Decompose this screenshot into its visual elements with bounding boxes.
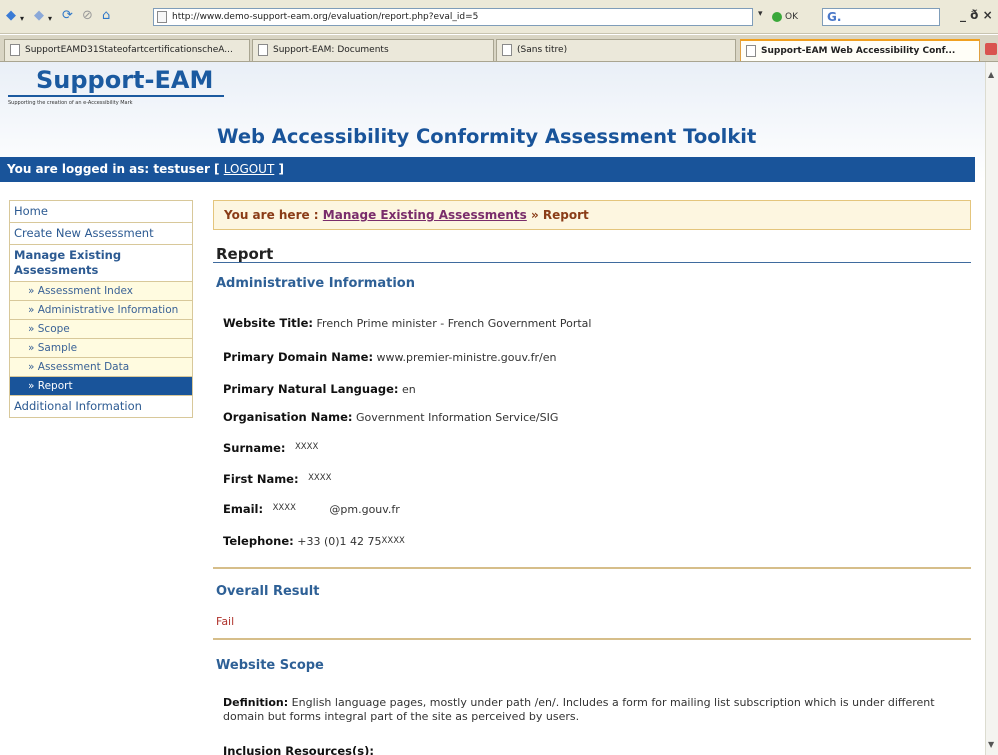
field-first-name: First Name: XXXX [223, 472, 331, 486]
field-value: Government Information Service/SIG [355, 411, 559, 424]
field-surname: Surname: XXXX [223, 441, 318, 455]
field-value: +33 (0)1 42 75 [297, 535, 382, 548]
field-organisation-name: Organisation Name: Government Informatio… [223, 410, 558, 424]
field-value: en [402, 383, 416, 396]
sidebar-item-home[interactable]: Home [10, 201, 192, 223]
tab-active-label: Support-EAM Web Accessibility Conf... [761, 46, 956, 56]
tab-2[interactable]: Support-EAM: Documents [252, 39, 494, 61]
field-value: www.premier-ministre.gouv.fr/en [376, 351, 557, 364]
search-input[interactable]: G. [822, 8, 940, 26]
site-logo[interactable]: Support-EAM [36, 66, 213, 94]
go-button[interactable]: OK [772, 8, 812, 26]
field-label: Surname: [223, 441, 286, 455]
breadcrumb: You are here : Manage Existing Assessmen… [213, 200, 971, 230]
inclusion-resources: Inclusion Resources(s): [223, 744, 374, 755]
browser-toolbar: ◆ ▾ ◆ ▾ ⟳ ⊘ ⌂ http://www.demo-support-ea… [0, 0, 998, 34]
page-icon [502, 44, 512, 56]
login-bar: You are logged in as: testuser [ LOGOUT … [0, 157, 975, 182]
url-text: http://www.demo-support-eam.org/evaluati… [172, 12, 479, 22]
login-suffix: ] [278, 162, 284, 176]
search-engine-icon: G. [827, 10, 842, 24]
sidebar-item-additional-information[interactable]: Additional Information [10, 396, 192, 418]
sidebar-subitem-sample[interactable]: » Sample [10, 339, 192, 358]
sidebar-subitem-assessment-index[interactable]: » Assessment Index [10, 282, 192, 301]
field-email: Email: XXXX @pm.gouv.fr [223, 502, 400, 516]
title-divider [213, 262, 971, 263]
stop-icon[interactable]: ⊘ [82, 9, 93, 23]
close-tab-icon[interactable] [985, 43, 997, 55]
field-telephone: Telephone: +33 (0)1 42 75XXXX [223, 534, 405, 548]
web-page: Support-EAM Supporting the creation of a… [0, 62, 985, 755]
site-tagline: Supporting the creation of an e-Accessib… [8, 100, 133, 106]
tab-2-label: Support-EAM: Documents [273, 45, 389, 55]
tab-bar: SupportEAMD31Stateofartcertificationsche… [0, 35, 998, 62]
tab-1[interactable]: SupportEAMD31Stateofartcertificationsche… [4, 39, 250, 61]
field-value: XXXX [308, 473, 332, 483]
section-heading-administrative-information: Administrative Information [216, 276, 415, 291]
scope-definition: Definition: English language pages, most… [223, 696, 968, 724]
breadcrumb-prefix: You are here : [224, 208, 319, 222]
home-icon[interactable]: ⌂ [102, 9, 110, 23]
page-icon [10, 44, 20, 56]
site-title: Web Accessibility Conformity Assessment … [217, 125, 757, 148]
url-dropdown-icon[interactable]: ▾ [758, 9, 763, 19]
tab-active[interactable]: Support-EAM Web Accessibility Conf... [740, 39, 980, 61]
field-primary-domain-name: Primary Domain Name: www.premier-ministr… [223, 350, 556, 364]
field-value-suffix: XXXX [381, 536, 405, 546]
field-label: Primary Domain Name: [223, 350, 374, 364]
scroll-up-icon[interactable]: ▲ [988, 70, 994, 79]
page-title: Report [216, 245, 274, 263]
section-divider [213, 638, 971, 640]
go-label: OK [785, 12, 798, 22]
field-label: Email: [223, 502, 264, 516]
section-divider [213, 567, 971, 569]
field-label: First Name: [223, 472, 299, 486]
section-heading-website-scope: Website Scope [216, 658, 324, 673]
field-website-title: Website Title: French Prime minister - F… [223, 316, 591, 330]
tab-1-label: SupportEAMD31Stateofartcertificationsche… [25, 45, 233, 55]
forward-dropdown-icon[interactable]: ▾ [48, 12, 52, 26]
definition-label: Definition: [223, 696, 289, 709]
go-icon [772, 11, 782, 22]
page-icon [157, 11, 167, 23]
window-controls[interactable]: _ ð × [960, 8, 993, 22]
field-value-domain: @pm.gouv.fr [329, 503, 400, 516]
reload-icon[interactable]: ⟳ [62, 9, 73, 23]
tab-3[interactable]: (Sans titre) [496, 39, 736, 61]
section-heading-overall-result: Overall Result [216, 584, 320, 599]
sidebar-subitem-report[interactable]: » Report [10, 377, 192, 396]
page-icon [746, 45, 756, 57]
field-label: Telephone: [223, 534, 294, 548]
sidebar-nav: Home Create New Assessment Manage Existi… [9, 200, 193, 418]
sidebar-subitem-administrative-information[interactable]: » Administrative Information [10, 301, 192, 320]
logo-underline [8, 95, 224, 97]
scroll-down-icon[interactable]: ▼ [988, 740, 994, 749]
field-label: Primary Natural Language: [223, 382, 399, 396]
breadcrumb-link-manage-existing-assessments[interactable]: Manage Existing Assessments [323, 208, 527, 222]
field-value: French Prime minister - French Governmen… [316, 317, 592, 330]
definition-text: English language pages, mostly under pat… [223, 696, 935, 723]
page-icon [258, 44, 268, 56]
forward-button[interactable]: ◆ [34, 9, 44, 23]
field-primary-natural-language: Primary Natural Language: en [223, 382, 416, 396]
inclusion-label: Inclusion Resources(s): [223, 744, 374, 755]
back-button[interactable]: ◆ [6, 9, 16, 23]
field-label: Website Title: [223, 316, 314, 330]
field-value: XXXX [294, 442, 319, 452]
overall-result-value: Fail [216, 615, 235, 628]
vertical-scrollbar[interactable]: ▲ ▼ [985, 62, 998, 755]
logout-link[interactable]: LOGOUT [224, 162, 275, 176]
field-value: XXXX [272, 503, 296, 513]
login-text: You are logged in as: testuser [ [7, 162, 220, 176]
sidebar-subitem-assessment-data[interactable]: » Assessment Data [10, 358, 192, 377]
field-label: Organisation Name: [223, 410, 353, 424]
tab-3-label: (Sans titre) [517, 45, 568, 55]
breadcrumb-current: » Report [530, 208, 589, 222]
sidebar-item-create-new-assessment[interactable]: Create New Assessment [10, 223, 192, 245]
back-dropdown-icon[interactable]: ▾ [20, 12, 24, 26]
sidebar-subitem-scope[interactable]: » Scope [10, 320, 192, 339]
url-input[interactable]: http://www.demo-support-eam.org/evaluati… [153, 8, 753, 26]
sidebar-item-manage-existing-assessments[interactable]: Manage Existing Assessments [10, 245, 192, 282]
